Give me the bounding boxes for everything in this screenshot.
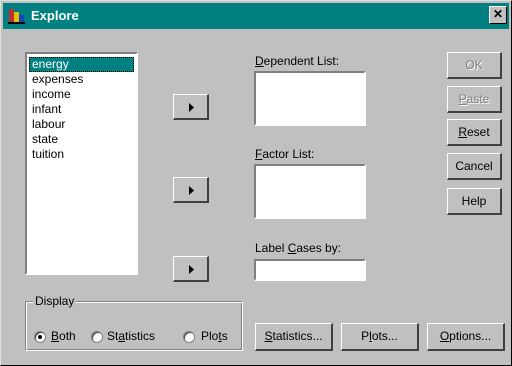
close-button[interactable]: ✕ [489,6,507,24]
display-group-title: Display [33,294,77,308]
radio-both-label[interactable]: Both [51,329,76,343]
paste-button[interactable]: Paste [447,86,502,113]
label-cases-field[interactable] [254,259,366,281]
ok-button[interactable]: OK [447,52,502,79]
arrow-right-icon [189,186,194,195]
radio-plots-label[interactable]: Plots [201,329,228,343]
arrow-right-icon [189,103,194,112]
factor-list-label: Factor List: [255,147,315,161]
dependent-list-box[interactable] [254,71,366,126]
display-group [25,301,243,351]
plots-button[interactable]: Plots... [341,323,419,351]
window-title: Explore [31,8,79,23]
variable-item-infant[interactable]: infant [29,102,134,117]
options-button[interactable]: Options... [427,323,505,351]
move-to-dependent-button[interactable] [173,94,209,120]
variable-item-labour[interactable]: labour [29,117,134,132]
move-to-factor-button[interactable] [173,177,209,203]
variable-item-state[interactable]: state [29,132,134,147]
source-variable-list[interactable]: energy expenses income infant labour sta… [25,52,138,275]
radio-both[interactable] [34,331,46,343]
factor-list-box[interactable] [254,164,366,219]
move-to-label-button[interactable] [173,256,209,282]
radio-statistics-label[interactable]: Statistics [107,329,155,343]
variable-item-income[interactable]: income [29,87,134,102]
dependent-list-label: Dependent List: [255,54,340,68]
spss-app-icon [8,9,25,24]
radio-selected-dot [38,335,42,339]
variable-item-energy[interactable]: energy [29,57,134,72]
label-cases-label: Label Cases by: [255,241,342,255]
variable-item-expenses[interactable]: expenses [29,72,134,87]
variable-item-tuition[interactable]: tuition [29,147,134,162]
radio-statistics[interactable] [91,331,103,343]
help-button[interactable]: Help [447,188,502,215]
reset-button[interactable]: Reset [447,119,502,146]
arrow-right-icon [189,265,194,274]
title-bar[interactable]: Explore ✕ [3,3,509,29]
statistics-button[interactable]: Statistics... [255,323,333,351]
cancel-button[interactable]: Cancel [447,153,502,180]
radio-plots[interactable] [183,331,195,343]
explore-dialog: Explore ✕ energy expenses income infant … [0,0,512,366]
